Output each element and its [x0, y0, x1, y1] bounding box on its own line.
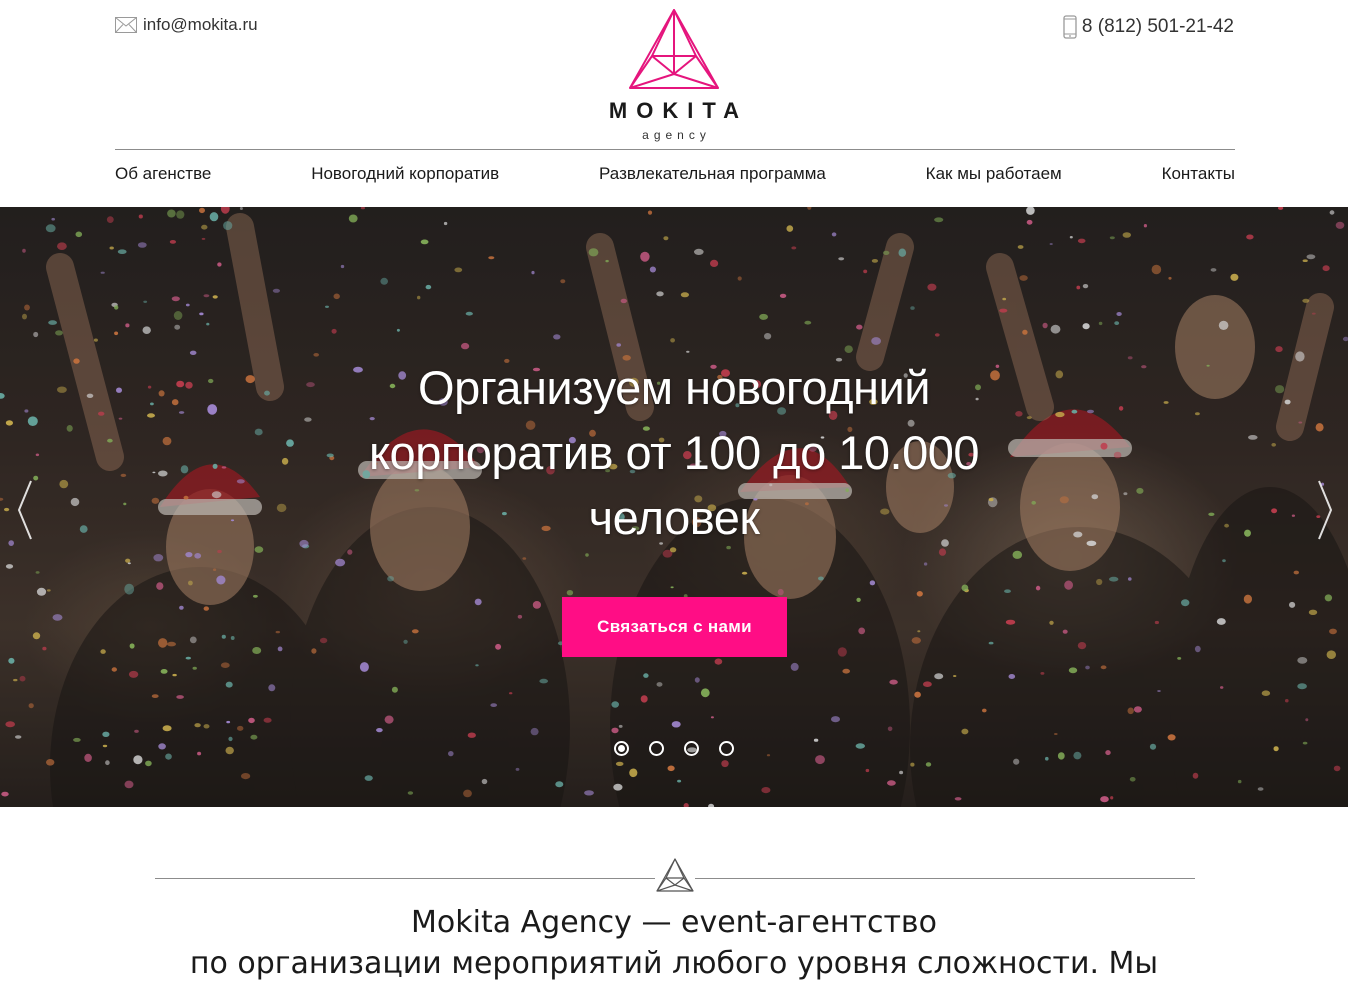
envelope-icon: [115, 17, 137, 33]
hero-title-line-3: человек: [588, 491, 760, 544]
divider-line-left: [155, 878, 655, 879]
slider-dot-3[interactable]: [684, 741, 699, 756]
contact-us-button[interactable]: Связаться с нами: [562, 597, 787, 657]
slider-pagination: [614, 741, 734, 756]
hero-slider: Организуем новогодний корпоратив от 100 …: [0, 207, 1348, 807]
nav-item-about[interactable]: Об агенстве: [115, 164, 211, 184]
email-text: info@mokita.ru: [143, 15, 258, 34]
triangle-divider-icon: [656, 858, 694, 892]
slider-dot-4[interactable]: [719, 741, 734, 756]
site-header: info@mokita.ru MOKITA agency 8 (812) 501: [0, 0, 1348, 207]
mobile-phone-icon: [1063, 15, 1077, 39]
hero-title-line-1: Организуем новогодний: [418, 361, 930, 414]
nav-item-entertainment[interactable]: Развлекательная программа: [599, 164, 826, 184]
slider-dot-2[interactable]: [649, 741, 664, 756]
logo-name: MOKITA: [608, 98, 749, 123]
email-link[interactable]: info@mokita.ru: [115, 15, 258, 35]
section-divider: [155, 858, 1195, 894]
nav-item-contacts[interactable]: Контакты: [1162, 164, 1235, 184]
slider-dot-1[interactable]: [614, 741, 629, 756]
main-nav: Об агенстве Новогодний корпоратив Развле…: [115, 164, 1235, 184]
slider-next-arrow-icon[interactable]: [1313, 477, 1337, 543]
phone-text: 8 (812) 501-21-42: [1081, 16, 1234, 37]
divider-line-right: [695, 878, 1195, 879]
hero-title-line-2: корпоратив от 100 до 10.000: [368, 426, 980, 479]
hero-title: Организуем новогодний корпоратив от 100 …: [300, 355, 1048, 550]
intro-heading-line-2: по организации мероприятий любого уровня…: [189, 946, 1159, 981]
nav-item-new-year-party[interactable]: Новогодний корпоратив: [311, 164, 499, 184]
header-divider: [115, 149, 1235, 150]
logo[interactable]: MOKITA agency: [586, 8, 762, 146]
slider-prev-arrow-icon[interactable]: [13, 477, 37, 543]
phone-link[interactable]: 8 (812) 501-21-42: [1063, 15, 1234, 39]
logo-subtitle: agency: [642, 128, 711, 142]
nav-item-how-we-work[interactable]: Как мы работаем: [926, 164, 1062, 184]
triangle-logo-icon: [629, 9, 719, 89]
intro-heading-line-1: Mokita Agency — event-агентство: [411, 905, 937, 940]
